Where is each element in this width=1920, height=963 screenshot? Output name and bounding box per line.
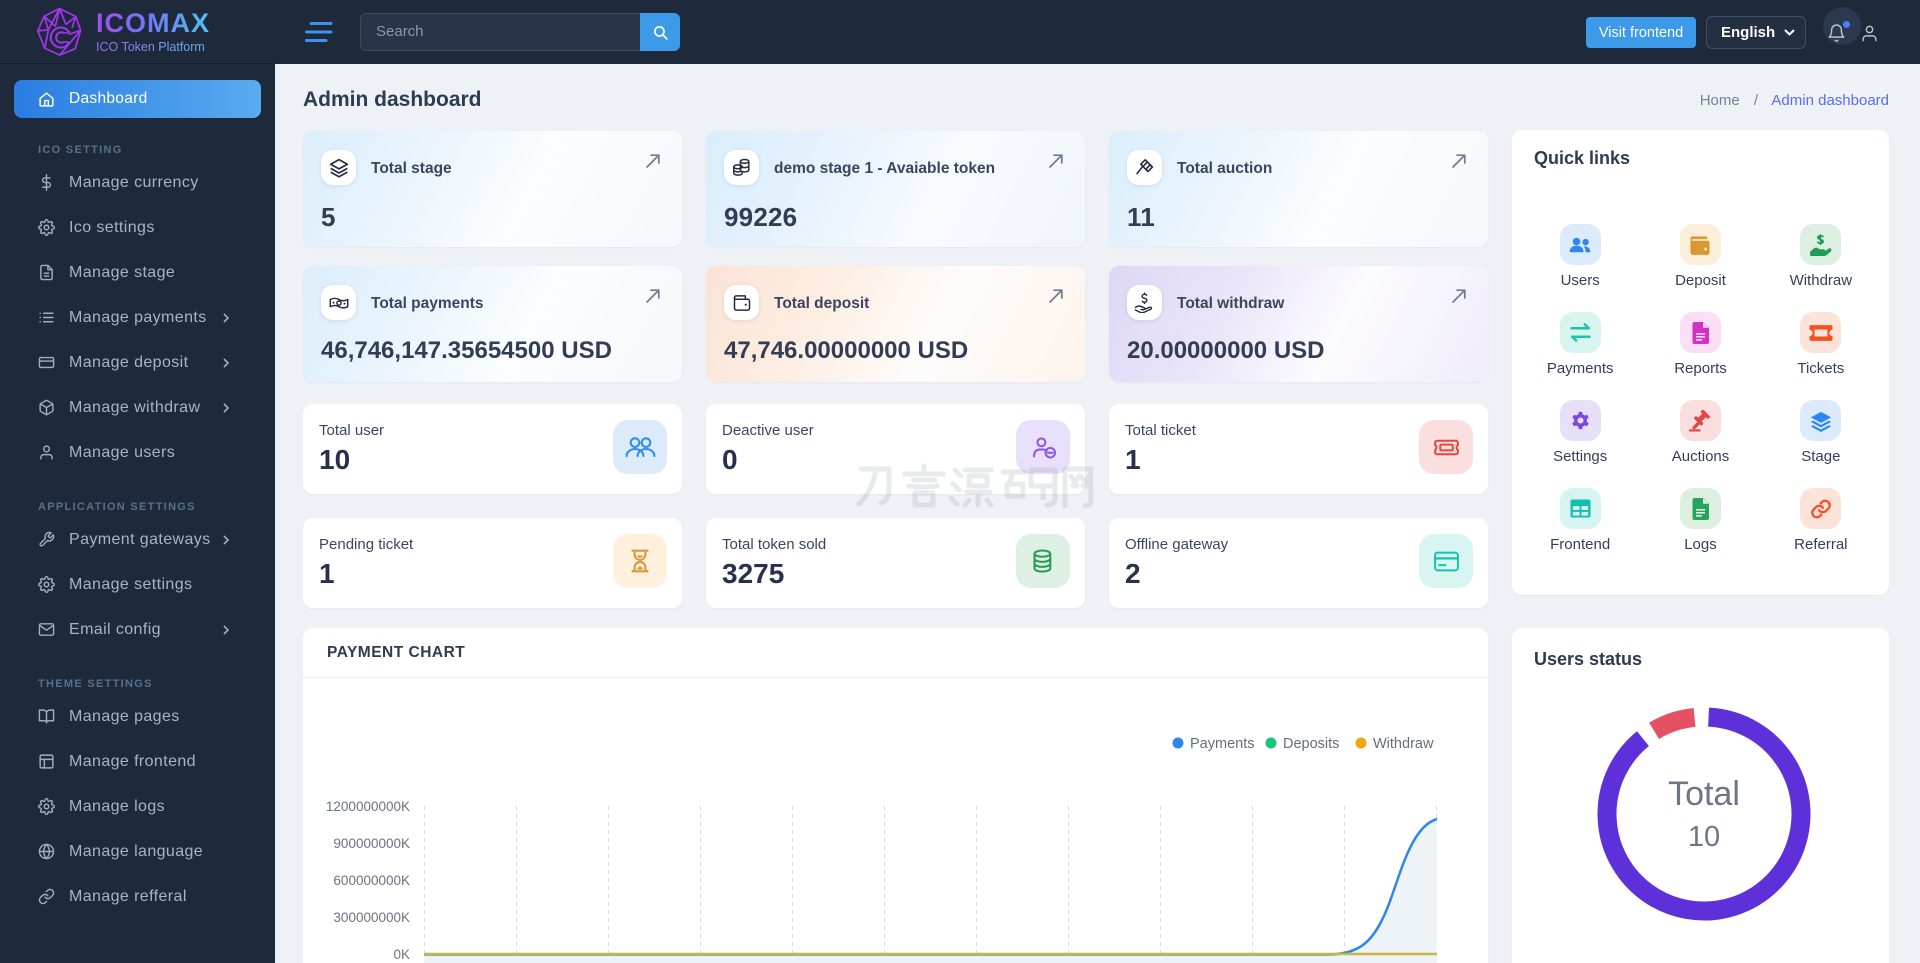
svg-text:0K: 0K [393,947,410,962]
svg-text:Withdraw: Withdraw [1373,736,1434,752]
svg-text:600000000K: 600000000K [333,873,410,888]
svg-text:300000000K: 300000000K [333,910,410,925]
svg-text:10: 10 [1688,821,1720,853]
svg-text:Deposits: Deposits [1283,736,1339,752]
svg-text:900000000K: 900000000K [333,836,410,851]
svg-text:Payments: Payments [1190,736,1254,752]
svg-text:Total: Total [1668,775,1740,813]
svg-text:1200000000K: 1200000000K [326,799,410,814]
